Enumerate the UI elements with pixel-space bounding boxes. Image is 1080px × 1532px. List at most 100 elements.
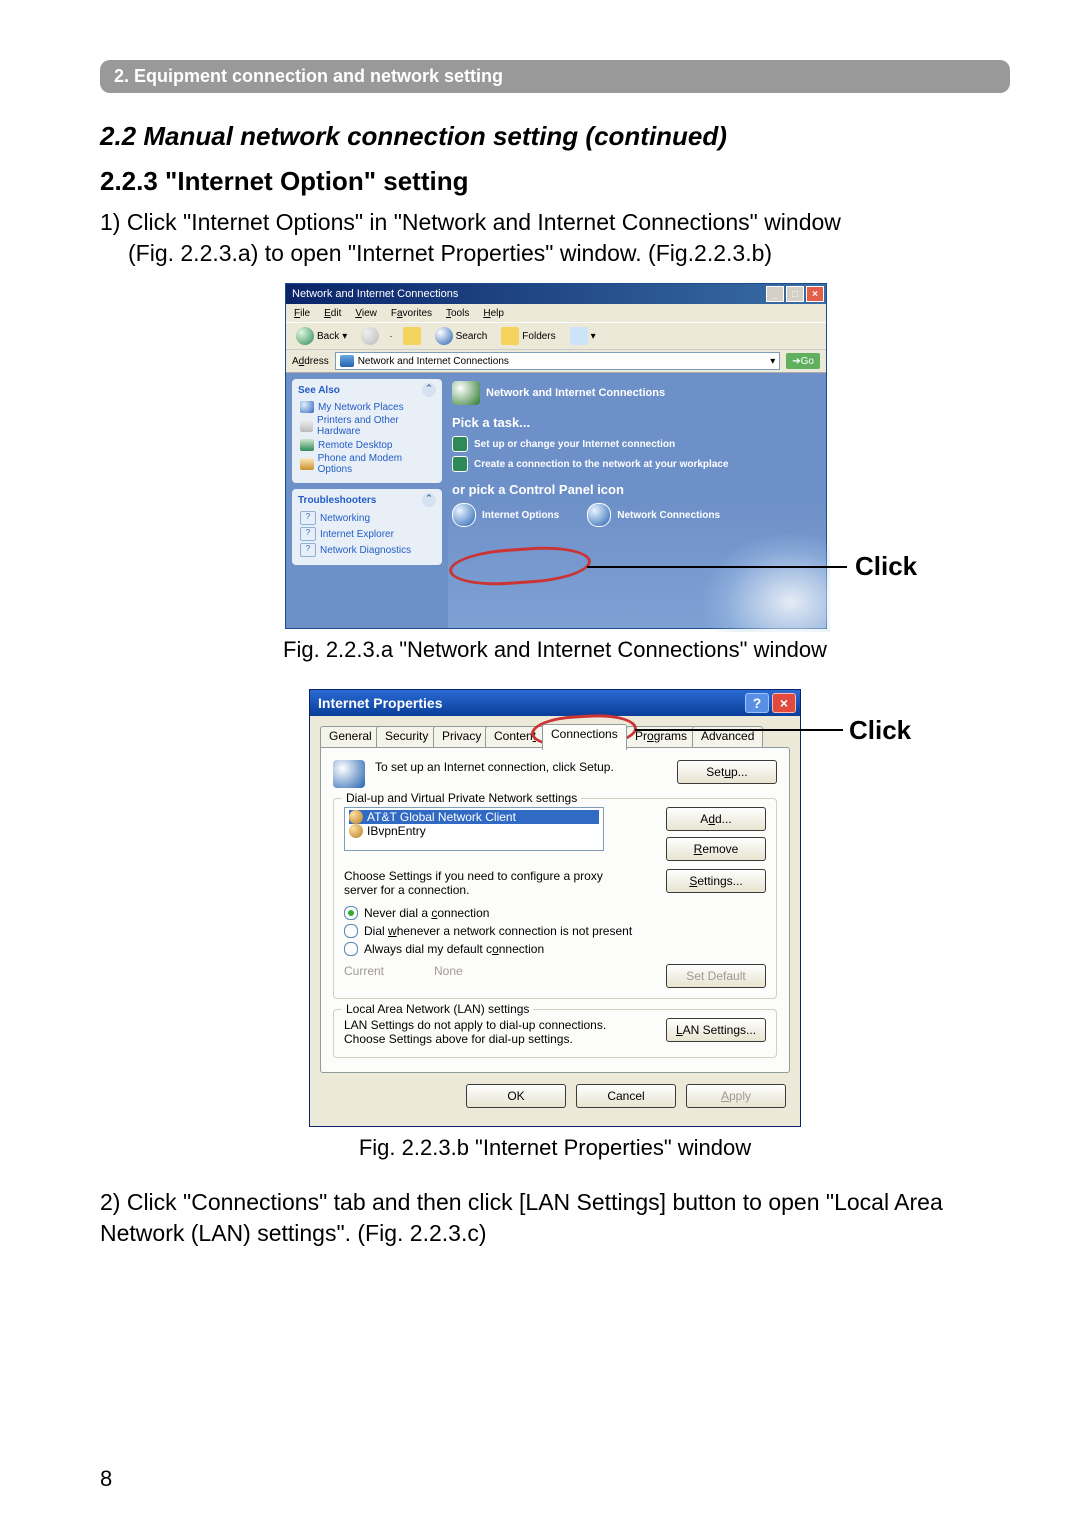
ok-button[interactable]: OK [466, 1084, 566, 1108]
sidebar-item-my-network-places[interactable]: My Network Places [300, 401, 436, 413]
radio-icon [344, 942, 358, 956]
menu-file[interactable]: File [294, 308, 310, 319]
menu-view[interactable]: View [355, 308, 377, 319]
connection-icon [349, 824, 363, 838]
decorative-globe-art [700, 532, 830, 632]
click-label-b: Click [849, 715, 911, 746]
folders-icon [501, 327, 519, 345]
sidebar-item-remote-desktop[interactable]: Remote Desktop [300, 439, 436, 451]
radio-never-dial[interactable]: Never dial a connection [344, 906, 766, 920]
radio-label: Always dial my default connection [364, 942, 544, 956]
up-button[interactable] [399, 326, 425, 346]
item-label: My Network Places [318, 402, 404, 413]
internet-options-icon [452, 503, 476, 527]
add-button[interactable]: Add... [666, 807, 766, 831]
item-label: Printers and Other Hardware [317, 415, 436, 437]
cp-label: Internet Options [482, 510, 559, 521]
item-label: Network Diagnostics [320, 545, 411, 556]
phone-icon [300, 458, 314, 470]
sidebar: See Also ⌃ My Network Places Printers an… [286, 373, 448, 628]
list-item[interactable]: AT&T Global Network Client [349, 810, 599, 824]
figure-a-caption: Fig. 2.2.3.a "Network and Internet Conne… [100, 637, 1010, 663]
back-icon [296, 327, 314, 345]
help-icon: ? [300, 543, 316, 557]
tab-security[interactable]: Security [376, 726, 437, 749]
task-create-connection[interactable]: Create a connection to the network at yo… [452, 456, 818, 472]
address-drop-icon[interactable]: ▾ [770, 356, 775, 367]
troubleshooters-panel: Troubleshooters ⌃ ? Networking ? Interne… [292, 489, 442, 565]
search-button[interactable]: Search [431, 326, 492, 346]
radio-dial-whenever[interactable]: Dial whenever a network connection is no… [344, 924, 766, 938]
tab-general[interactable]: General [320, 726, 381, 749]
chevron-up-icon[interactable]: ⌃ [422, 493, 436, 507]
network-connections-window: Network and Internet Connections _ □ × F… [285, 283, 827, 629]
window-title: Network and Internet Connections [292, 288, 458, 300]
set-default-button: Set Default [666, 964, 766, 988]
tab-privacy[interactable]: Privacy [433, 726, 490, 749]
section-2-2-title: 2.2 Manual network connection setting (c… [100, 121, 1010, 152]
radio-icon [344, 924, 358, 938]
callout-line [587, 566, 847, 568]
views-button[interactable]: ▾ [566, 326, 600, 346]
maximize-button[interactable]: □ [786, 286, 804, 302]
sidebar-item-printers[interactable]: Printers and Other Hardware [300, 415, 436, 437]
figure-b-container: Internet Properties ? × General Security… [309, 689, 801, 1127]
views-drop-icon: ▾ [591, 331, 596, 342]
toolbar: Back ▾ · Search Folders [286, 322, 826, 350]
close-button[interactable]: × [806, 286, 824, 302]
tab-connections[interactable]: Connections [542, 724, 627, 750]
menu-tools[interactable]: Tools [446, 308, 469, 319]
cp-network-connections[interactable]: Network Connections [587, 503, 720, 527]
category-heading: Network and Internet Connections [452, 381, 818, 405]
menu-favorites[interactable]: Favorites [391, 308, 432, 319]
close-button[interactable]: × [772, 693, 796, 713]
section-banner: 2. Equipment connection and network sett… [100, 60, 1010, 93]
sidebar-item-tshoot-networking[interactable]: ? Networking [300, 511, 436, 525]
toolbar-sep: · [389, 331, 392, 342]
current-value: None [434, 964, 463, 978]
cancel-button[interactable]: Cancel [576, 1084, 676, 1108]
help-icon: ? [300, 527, 316, 541]
sidebar-item-tshoot-diag[interactable]: ? Network Diagnostics [300, 543, 436, 557]
minimize-button[interactable]: _ [766, 286, 784, 302]
menu-help[interactable]: Help [483, 308, 504, 319]
folders-label: Folders [522, 331, 555, 342]
sidebar-item-phone-modem[interactable]: Phone and Modem Options [300, 453, 436, 475]
menu-edit[interactable]: Edit [324, 308, 341, 319]
forward-icon [361, 327, 379, 345]
chevron-up-icon[interactable]: ⌃ [422, 383, 436, 397]
folders-button[interactable]: Folders [497, 326, 559, 346]
setup-help-text: To set up an Internet connection, click … [375, 760, 645, 774]
help-button[interactable]: ? [745, 693, 769, 713]
cp-internet-options[interactable]: Internet Options [452, 503, 559, 527]
task-setup-internet[interactable]: Set up or change your Internet connectio… [452, 436, 818, 452]
item-label: Phone and Modem Options [318, 453, 436, 475]
sidebar-item-tshoot-ie[interactable]: ? Internet Explorer [300, 527, 436, 541]
go-button[interactable]: ➔ Go [786, 353, 820, 369]
lan-settings-button[interactable]: LAN Settings... [666, 1018, 766, 1042]
shield-icon [340, 355, 354, 367]
help-icon: ? [300, 511, 316, 525]
step-1-line-a: 1) Click "Internet Options" in "Network … [100, 209, 841, 235]
remove-button[interactable]: Remove [666, 837, 766, 861]
connection-wizard-icon [333, 760, 365, 788]
step-1-text: 1) Click "Internet Options" in "Network … [100, 207, 1010, 269]
forward-button[interactable] [357, 326, 383, 346]
radio-always-dial[interactable]: Always dial my default connection [344, 942, 766, 956]
settings-button[interactable]: Settings... [666, 869, 766, 893]
setup-button[interactable]: Setup... [677, 760, 777, 784]
printer-icon [300, 420, 313, 432]
pick-task-heading: Pick a task... [452, 415, 818, 430]
subsection-2-2-3-title: 2.2.3 "Internet Option" setting [100, 166, 1010, 197]
address-bar: Address Network and Internet Connections… [286, 350, 826, 373]
tab-content[interactable]: Content [485, 726, 545, 749]
address-input[interactable]: Network and Internet Connections ▾ [335, 352, 781, 370]
list-item-label: IBvpnEntry [367, 824, 426, 838]
connections-listbox[interactable]: AT&T Global Network Client IBvpnEntry [344, 807, 604, 851]
lan-help-text: LAN Settings do not apply to dial-up con… [344, 1018, 624, 1047]
back-button[interactable]: Back ▾ [292, 326, 351, 346]
list-item[interactable]: IBvpnEntry [349, 824, 599, 838]
menu-bar: File Edit View Favorites Tools Help [286, 304, 826, 322]
tab-strip: General Security Privacy Content Connect… [320, 724, 790, 748]
dialup-legend: Dial-up and Virtual Private Network sett… [342, 791, 581, 805]
